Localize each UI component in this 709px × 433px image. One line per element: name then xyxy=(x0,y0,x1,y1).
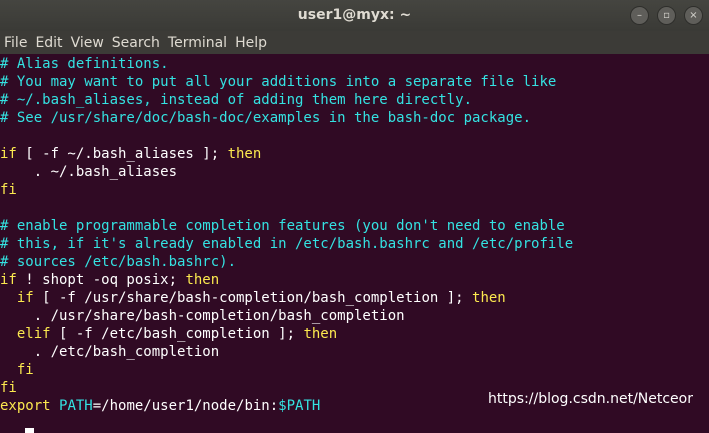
terminal-line: . ~/.bash_aliases xyxy=(0,163,709,181)
menu-terminal[interactable]: Terminal xyxy=(164,35,231,51)
terminal-line: # You may want to put all your additions… xyxy=(0,73,709,91)
terminal-text-segment: # enable programmable completion feature… xyxy=(0,218,565,234)
watermark: https://blog.csdn.net/Netceor xyxy=(488,391,693,407)
terminal-text-segment: # You may want to put all your additions… xyxy=(0,74,557,90)
terminal-text-segment: $PATH xyxy=(278,398,321,414)
terminal-text-segment: if xyxy=(0,272,17,288)
terminal-text-area[interactable]: # Alias definitions. # You may want to pu… xyxy=(0,55,709,433)
terminal-line: # sources /etc/bash.bashrc). xyxy=(0,253,709,271)
terminal-text-segment: [ -f /usr/share/bash-completion/bash_com… xyxy=(33,290,473,306)
terminal-line: fi xyxy=(0,181,709,199)
terminal-text-segment: if xyxy=(16,290,34,306)
terminal-text-segment: [ -f /etc/bash_completion ]; xyxy=(50,326,304,342)
terminal-line: . /etc/bash_completion xyxy=(0,343,709,361)
menu-search[interactable]: Search xyxy=(108,35,164,51)
menu-view[interactable]: View xyxy=(67,35,108,51)
terminal-text-segment: ! shopt -oq posix; xyxy=(16,272,186,288)
terminal-text-segment: # sources /etc/bash.bashrc). xyxy=(0,254,237,270)
terminal-line: # See /usr/share/doc/bash-doc/examples i… xyxy=(0,109,709,127)
terminal-line: # enable programmable completion feature… xyxy=(0,217,709,235)
terminal-text-segment: # this, if it's already enabled in /etc/… xyxy=(0,236,574,252)
minimize-button[interactable]: – xyxy=(630,6,649,25)
terminal-text-segment: fi xyxy=(0,182,17,198)
menu-bar: File Edit View Search Terminal Help xyxy=(0,31,709,54)
close-button[interactable]: × xyxy=(684,6,703,25)
terminal-text-segment: PATH xyxy=(59,398,93,414)
terminal-line: if [ -f /usr/share/bash-completion/bash_… xyxy=(0,289,709,307)
terminal-text-segment: . /etc/bash_completion xyxy=(0,344,220,360)
terminal-line: # ~/.bash_aliases, instead of adding the… xyxy=(0,91,709,109)
terminal-line: if [ -f ~/.bash_aliases ]; then xyxy=(0,145,709,163)
terminal-line: # Alias definitions. xyxy=(0,55,709,73)
menu-file[interactable]: File xyxy=(0,35,31,51)
terminal-line: . /usr/share/bash-completion/bash_comple… xyxy=(0,307,709,325)
window-title: user1@myx: ~ xyxy=(297,7,412,23)
cursor-line xyxy=(0,415,709,433)
terminal-text-segment: # ~/.bash_aliases, instead of adding the… xyxy=(0,92,473,108)
terminal-text-segment: export xyxy=(0,398,51,414)
terminal-text-segment: [ -f ~/.bash_aliases ]; xyxy=(16,146,228,162)
terminal-line: if ! shopt -oq posix; then xyxy=(0,271,709,289)
menu-help[interactable]: Help xyxy=(231,35,271,51)
maximize-button[interactable]: ▫ xyxy=(657,6,676,25)
terminal-text-segment: # See /usr/share/doc/bash-doc/examples i… xyxy=(0,110,532,126)
text-cursor xyxy=(25,428,35,433)
terminal-text-segment: # Alias definitions. xyxy=(0,56,169,72)
terminal-text-segment: fi xyxy=(16,362,34,378)
terminal-line: # this, if it's already enabled in /etc/… xyxy=(0,235,709,253)
terminal-text-segment: then xyxy=(303,326,338,342)
terminal-text-segment: =/home/user1/node/bin: xyxy=(92,398,279,414)
terminal-text-segment: if xyxy=(0,146,17,162)
terminal-text-segment: then xyxy=(185,272,220,288)
terminal-text-segment: . /usr/share/bash-completion/bash_comple… xyxy=(0,308,405,324)
terminal-line: fi xyxy=(0,361,709,379)
menu-edit[interactable]: Edit xyxy=(31,35,66,51)
terminal-text-segment: . ~/.bash_aliases xyxy=(0,164,178,180)
title-bar: user1@myx: ~ – ▫ × xyxy=(0,0,709,31)
terminal-line: elif [ -f /etc/bash_completion ]; then xyxy=(0,325,709,343)
window-controls: – ▫ × xyxy=(630,6,703,25)
terminal-text-segment: then xyxy=(227,146,262,162)
terminal-text-segment: elif xyxy=(16,326,51,342)
terminal-text-segment: then xyxy=(472,290,506,306)
terminal-text-segment: fi xyxy=(0,380,17,396)
